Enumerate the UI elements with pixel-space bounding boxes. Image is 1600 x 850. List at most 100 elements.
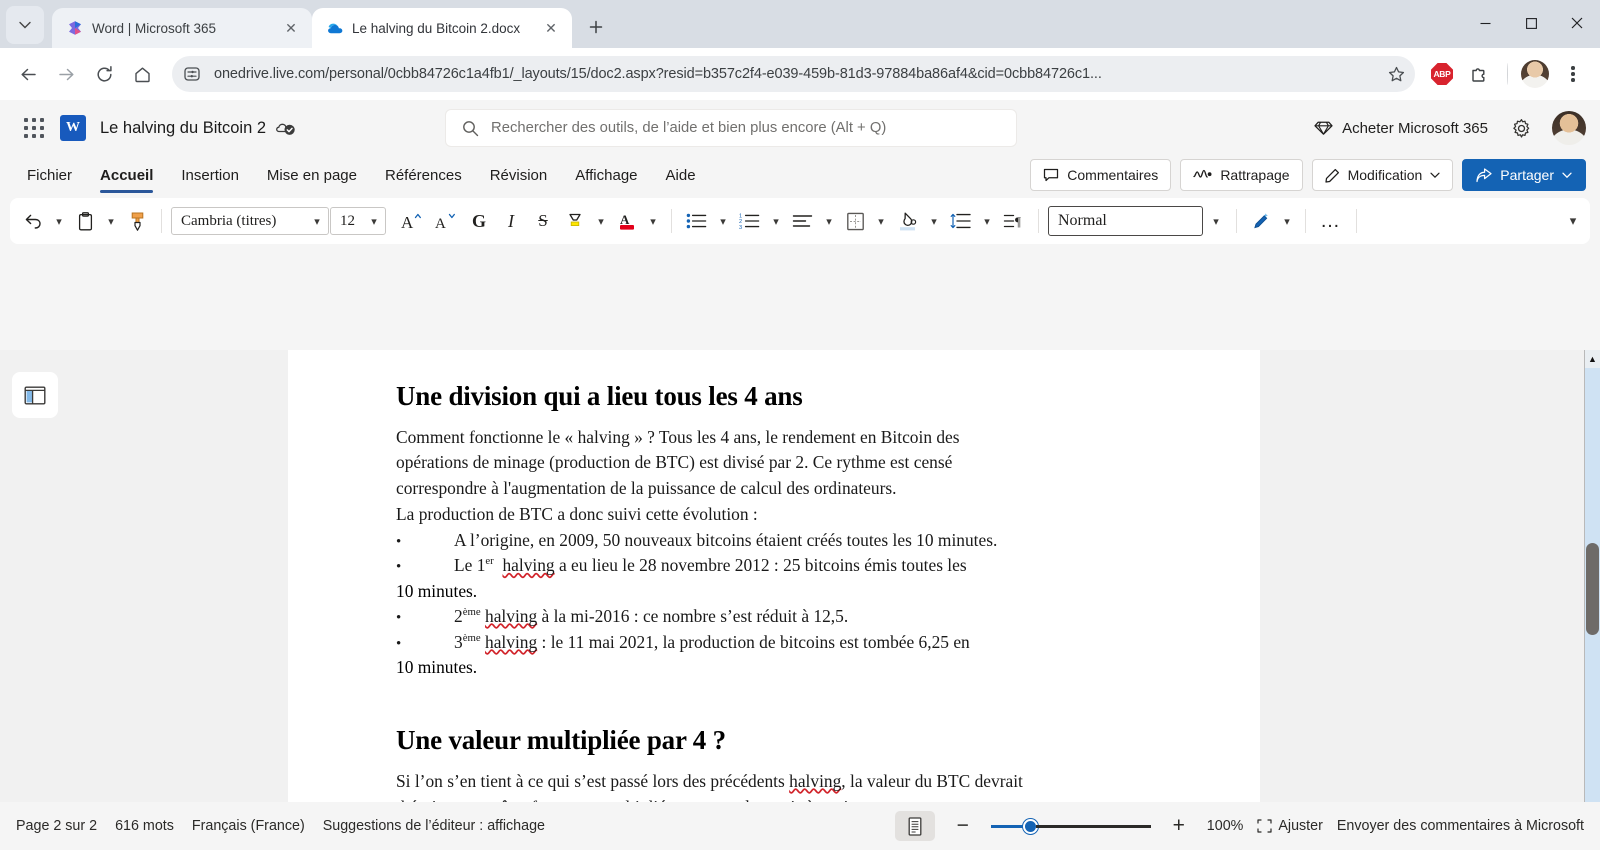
- align-button[interactable]: [787, 205, 818, 237]
- ribbon-tab-mise-en-page[interactable]: Mise en page: [254, 162, 370, 189]
- highlight-color-button[interactable]: [560, 205, 590, 237]
- strikethrough-button[interactable]: S: [528, 205, 558, 237]
- borders-dropdown[interactable]: ▾: [872, 205, 890, 237]
- paste-button[interactable]: [70, 205, 100, 237]
- style-dropdown-chevron[interactable]: ▾: [1205, 206, 1227, 236]
- list-item: 3ème halving : le 11 mai 2021, la produc…: [396, 630, 1210, 656]
- numbered-list-dropdown[interactable]: ▾: [767, 205, 785, 237]
- navigation-pane-button[interactable]: [12, 372, 58, 418]
- buy-microsoft365-button[interactable]: Acheter Microsoft 365: [1314, 120, 1488, 137]
- bullet-list-button[interactable]: [681, 205, 712, 237]
- zoom-in-button[interactable]: +: [1165, 814, 1193, 838]
- language-indicator[interactable]: Français (France): [192, 818, 305, 834]
- italic-button[interactable]: I: [496, 205, 526, 237]
- font-name-select[interactable]: Cambria (titres) ▾: [171, 207, 329, 235]
- word-count[interactable]: 616 mots: [115, 818, 174, 834]
- ribbon-action-buttons: Commentaires Rattrapage Modification Par…: [1030, 159, 1586, 191]
- forward-button[interactable]: [48, 56, 84, 92]
- send-feedback-link[interactable]: Envoyer des commentaires à Microsoft: [1337, 818, 1584, 834]
- ribbon-tab-fichier[interactable]: Fichier: [14, 162, 85, 189]
- fit-to-window-button[interactable]: Ajuster: [1257, 818, 1323, 834]
- zoom-out-button[interactable]: −: [949, 814, 977, 838]
- maximize-button[interactable]: [1508, 0, 1554, 46]
- highlight-dropdown[interactable]: ▾: [592, 205, 610, 237]
- borders-button[interactable]: [840, 205, 870, 237]
- zoom-level[interactable]: 100%: [1207, 818, 1244, 834]
- browser-tab-docx[interactable]: Le halving du Bitcoin 2.docx ✕: [312, 8, 572, 48]
- line-spacing-button[interactable]: [945, 205, 976, 237]
- new-tab-button[interactable]: [578, 9, 614, 45]
- comments-button[interactable]: Commentaires: [1030, 159, 1172, 191]
- more-options-button[interactable]: …: [1315, 205, 1347, 237]
- tab-search-button[interactable]: [6, 6, 44, 44]
- list-item-text: 2ème halving à la mi-2016 : ce nombre s’…: [454, 605, 849, 626]
- saved-to-cloud-icon[interactable]: [275, 119, 297, 137]
- shrink-font-button[interactable]: A: [430, 205, 462, 237]
- editing-mode-button[interactable]: Modification: [1311, 159, 1454, 191]
- user-avatar[interactable]: [1551, 111, 1586, 145]
- home-button[interactable]: [124, 56, 160, 92]
- font-color-dropdown[interactable]: ▾: [644, 205, 662, 237]
- align-dropdown[interactable]: ▾: [820, 205, 838, 237]
- numbered-list-button[interactable]: 123: [734, 205, 765, 237]
- search-input[interactable]: Rechercher des outils, de l’aide et bien…: [446, 110, 1017, 146]
- document-title[interactable]: Le halving du Bitcoin 2: [100, 119, 266, 138]
- text-direction-button[interactable]: ¶: [998, 205, 1029, 237]
- format-painter-button[interactable]: [122, 205, 152, 237]
- ribbon-expand-button[interactable]: ▾: [1564, 205, 1582, 237]
- scrollbar-thumb[interactable]: [1586, 543, 1599, 635]
- reading-view-button[interactable]: [894, 811, 935, 841]
- catchup-icon: [1193, 169, 1212, 178]
- grow-font-button[interactable]: A: [396, 205, 428, 237]
- bold-button[interactable]: G: [464, 205, 494, 237]
- dictate-dropdown[interactable]: ▾: [1278, 205, 1296, 237]
- ribbon-tab-aide[interactable]: Aide: [653, 162, 709, 189]
- editor-suggestions[interactable]: Suggestions de l’éditeur : affichage: [323, 818, 545, 834]
- font-color-button[interactable]: A: [612, 205, 642, 237]
- bookmark-star-icon[interactable]: [1381, 59, 1411, 89]
- site-settings-icon[interactable]: [178, 60, 206, 88]
- adblock-plus-icon[interactable]: ABP: [1425, 57, 1459, 91]
- chevron-down-icon: [1562, 172, 1572, 178]
- app-launcher-icon[interactable]: [14, 108, 54, 148]
- ribbon-tab-revision[interactable]: Révision: [477, 162, 561, 189]
- document-page[interactable]: Une division qui a lieu tous les 4 ans C…: [288, 350, 1260, 850]
- scroll-up-arrow[interactable]: ▲: [1585, 350, 1600, 368]
- bullet-glyph: [396, 528, 454, 554]
- zoom-slider[interactable]: [990, 818, 1151, 834]
- undo-dropdown[interactable]: ▾: [50, 205, 68, 237]
- ribbon-tab-insertion[interactable]: Insertion: [168, 162, 252, 189]
- reload-button[interactable]: [86, 56, 122, 92]
- profile-avatar[interactable]: [1518, 57, 1552, 91]
- browser-menu-button[interactable]: [1556, 57, 1590, 91]
- share-button[interactable]: Partager: [1462, 159, 1586, 191]
- catchup-button[interactable]: Rattrapage: [1180, 159, 1303, 191]
- shading-button[interactable]: [892, 205, 923, 237]
- comments-label: Commentaires: [1067, 167, 1159, 183]
- line-spacing-dropdown[interactable]: ▾: [978, 205, 996, 237]
- extensions-puzzle-icon[interactable]: [1463, 57, 1497, 91]
- buy-label: Acheter Microsoft 365: [1342, 119, 1488, 137]
- document-scrollbar[interactable]: ▲: [1584, 350, 1600, 850]
- paste-dropdown[interactable]: ▾: [102, 205, 120, 237]
- dictate-button[interactable]: [1246, 205, 1276, 237]
- toolbar-separator: [161, 209, 162, 233]
- ribbon-tab-accueil[interactable]: Accueil: [87, 162, 166, 193]
- font-size-select[interactable]: 12 ▾: [330, 207, 386, 235]
- address-bar[interactable]: onedrive.live.com/personal/0cbb84726c1a4…: [172, 56, 1415, 92]
- settings-gear-icon[interactable]: [1502, 108, 1542, 148]
- minimize-button[interactable]: [1462, 0, 1508, 46]
- zoom-track-filled: [990, 824, 1025, 828]
- close-icon[interactable]: ✕: [540, 17, 562, 39]
- undo-button[interactable]: [18, 205, 48, 237]
- back-button[interactable]: [10, 56, 46, 92]
- browser-tab-word[interactable]: Word | Microsoft 365 ✕: [52, 8, 312, 48]
- ribbon-tab-affichage[interactable]: Affichage: [562, 162, 650, 189]
- close-icon[interactable]: ✕: [280, 17, 302, 39]
- shading-dropdown[interactable]: ▾: [925, 205, 943, 237]
- paragraph-style-select[interactable]: Normal: [1048, 206, 1203, 236]
- page-count[interactable]: Page 2 sur 2: [16, 818, 97, 834]
- bullet-list-dropdown[interactable]: ▾: [714, 205, 732, 237]
- close-window-button[interactable]: [1554, 0, 1600, 46]
- ribbon-tab-references[interactable]: Références: [372, 162, 475, 189]
